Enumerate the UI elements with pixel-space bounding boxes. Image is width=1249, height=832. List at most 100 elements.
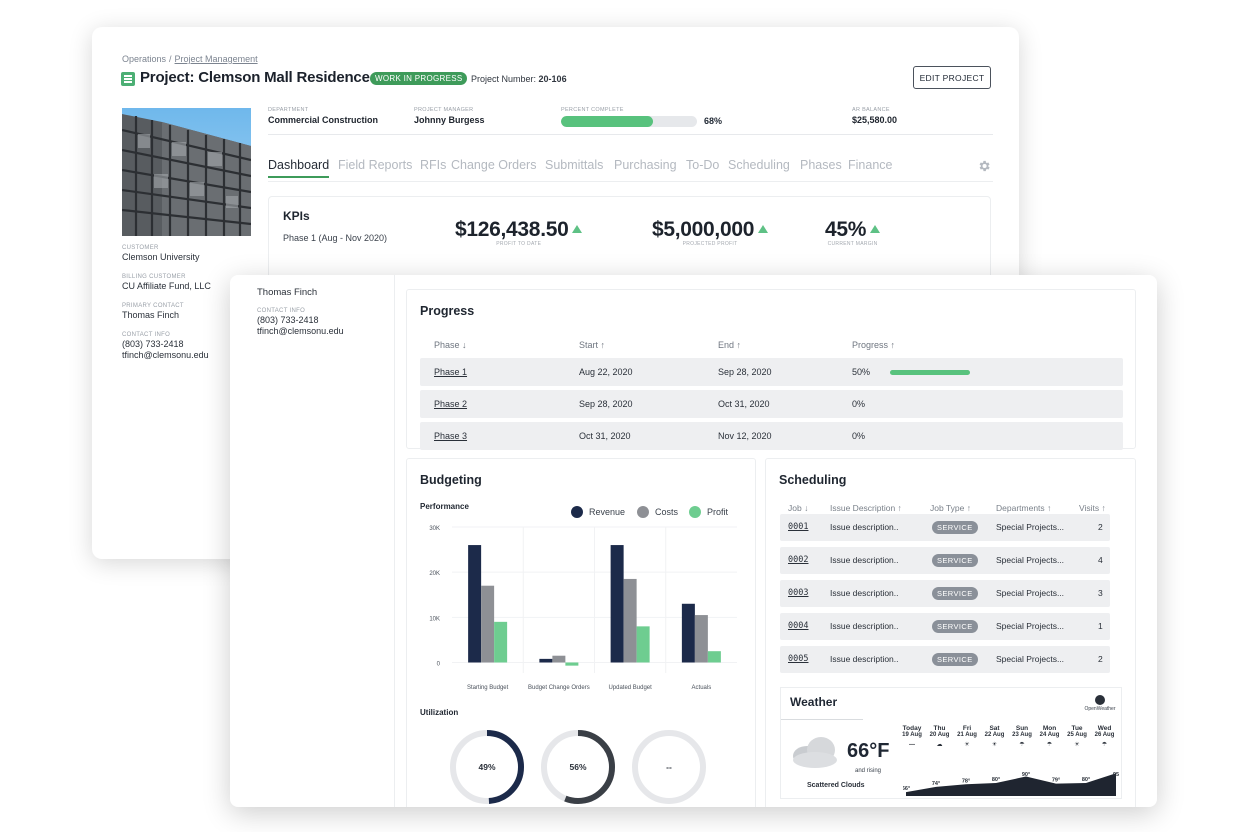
edit-project-button[interactable]: EDIT PROJECT bbox=[913, 66, 991, 89]
department: Special Projects... bbox=[996, 654, 1065, 664]
job-link[interactable]: 0005 bbox=[788, 654, 808, 664]
legend-profit: Profit bbox=[689, 506, 728, 518]
kpi-subtitle: Phase 1 (Aug - Nov 2020) bbox=[283, 233, 388, 243]
donut-label: 49% bbox=[478, 762, 495, 772]
phase-progress-text: 0% bbox=[852, 399, 866, 409]
issue-description: Issue description.. bbox=[830, 621, 899, 631]
breadcrumb: Operations / Project Management bbox=[122, 54, 258, 64]
forecast-day: Tue 25 Aug ☀ bbox=[1064, 725, 1090, 749]
table-row[interactable]: Phase 1 Aug 22, 2020 Sep 28, 2020 50% bbox=[420, 358, 1123, 386]
forecast-weather-icon: ☂ bbox=[1101, 742, 1108, 748]
forecast-day-name: Sun bbox=[1015, 725, 1029, 732]
legend-revenue: Revenue bbox=[571, 506, 625, 518]
forecast-date: 24 Aug bbox=[1039, 732, 1060, 738]
bar-costs bbox=[694, 615, 708, 663]
percent-complete-value: 68% bbox=[704, 116, 723, 126]
project-number: Project Number: 20-106 bbox=[471, 74, 567, 84]
breadcrumb-project-management[interactable]: Project Management bbox=[175, 54, 258, 64]
contact-email[interactable]: tfinch@clemsonu.edu bbox=[257, 326, 344, 336]
forecast-day: Wed 26 Aug ☂ bbox=[1092, 725, 1118, 749]
tab-dashboard[interactable]: Dashboard bbox=[268, 158, 330, 178]
ar-balance-value: $25,580.00 bbox=[852, 115, 898, 125]
phase-column-header[interactable]: Phase ↓ bbox=[434, 340, 467, 350]
table-row[interactable]: 0001 Issue description.. SERVICE Special Pr… bbox=[780, 514, 1110, 541]
job-link[interactable]: 0003 bbox=[788, 588, 808, 598]
issue-description: Issue description.. bbox=[830, 588, 899, 598]
start-column-header[interactable]: Start ↑ bbox=[579, 340, 605, 350]
tab-submittals[interactable]: Submittals bbox=[545, 158, 603, 172]
phase-link[interactable]: Phase 3 bbox=[434, 431, 467, 441]
y-tick-label: 10K bbox=[429, 616, 440, 622]
job-type-column-header[interactable]: Job Type ↑ bbox=[930, 503, 971, 513]
bar-costs bbox=[481, 585, 495, 663]
visits-count: 3 bbox=[1098, 588, 1103, 598]
issue-column-header[interactable]: Issue Description ↑ bbox=[830, 503, 902, 513]
forecast-day-name: Today bbox=[902, 725, 922, 732]
table-row[interactable]: 0004 Issue description.. SERVICE Special Pr… bbox=[780, 613, 1110, 640]
legend-label-revenue: Revenue bbox=[589, 507, 626, 517]
forecast-date: 25 Aug bbox=[1067, 732, 1087, 738]
phase-link[interactable]: Phase 2 bbox=[434, 399, 467, 409]
forecast-day-name: Wed bbox=[1097, 725, 1112, 732]
end-column-header[interactable]: End ↑ bbox=[718, 340, 741, 350]
forecast-day-name: Sat bbox=[989, 725, 1000, 732]
phase-start: Aug 22, 2020 bbox=[579, 367, 633, 377]
contact-email[interactable]: tfinch@clemsonu.edu bbox=[122, 350, 209, 360]
customer-field: CUSTOMER Clemson University bbox=[122, 245, 200, 262]
table-row[interactable]: 0003 Issue description.. SERVICE Special Pr… bbox=[780, 580, 1110, 607]
forecast-temp-label: 80° bbox=[992, 777, 1000, 783]
tab-purchasing[interactable]: Purchasing bbox=[614, 158, 677, 172]
forecast-date: 22 Aug bbox=[984, 732, 1005, 738]
trend-up-icon bbox=[572, 225, 583, 233]
forecast-date: 23 Aug bbox=[1012, 732, 1032, 738]
forecast-day: Fri 21 Aug ☀ bbox=[954, 725, 980, 749]
kpi-current-margin-label: CURRENT MARGIN bbox=[827, 241, 878, 247]
job-column-header[interactable]: Job ↓ bbox=[788, 503, 808, 513]
job-type-badge: SERVICE bbox=[932, 653, 978, 666]
temperature-trend: and rising bbox=[855, 768, 882, 774]
breadcrumb-operations[interactable]: Operations bbox=[122, 54, 166, 64]
forecast-weather-icon: — bbox=[909, 742, 915, 748]
contact-info-field: CONTACT INFO (803) 733-2418 tfinch@clems… bbox=[257, 308, 344, 336]
tab-finance[interactable]: Finance bbox=[848, 158, 892, 172]
phase-link[interactable]: Phase 1 bbox=[434, 367, 467, 377]
kpi-current-margin-value: 45% bbox=[825, 218, 867, 241]
project-icon bbox=[121, 72, 135, 86]
table-row[interactable]: 0002 Issue description.. SERVICE Special Pr… bbox=[780, 547, 1110, 574]
contact-phone: (803) 733-2418 bbox=[257, 315, 319, 325]
tab-phases[interactable]: Phases bbox=[800, 158, 842, 172]
weather-widget: Weather OpenWeather 66°F and rising Scat… bbox=[780, 687, 1122, 799]
dashboard-detail-card: Thomas Finch CONTACT INFO (803) 733-2418… bbox=[230, 275, 1157, 807]
tab-change-orders[interactable]: Change Orders bbox=[451, 158, 536, 172]
percent-complete-bar bbox=[561, 116, 697, 127]
table-row[interactable]: 0005 Issue description.. SERVICE Special Pr… bbox=[780, 646, 1110, 673]
visits-column-header[interactable]: Visits ↑ bbox=[1079, 503, 1106, 513]
phase-progress-text: 50% bbox=[852, 367, 871, 377]
forecast-weather-icon: ☀ bbox=[964, 742, 970, 748]
forecast-day-name: Thu bbox=[933, 725, 946, 732]
forecast-day-name: Mon bbox=[1042, 725, 1057, 732]
job-link[interactable]: 0002 bbox=[788, 555, 808, 565]
customer-label: CUSTOMER bbox=[122, 245, 159, 251]
tab-scheduling[interactable]: Scheduling bbox=[728, 158, 790, 172]
forecast-temp-label: 80° bbox=[1082, 777, 1090, 783]
job-type-badge: SERVICE bbox=[932, 554, 978, 567]
table-row[interactable]: Phase 3 Oct 31, 2020 Nov 12, 2020 0% bbox=[420, 422, 1123, 450]
tab-rfis[interactable]: RFIs bbox=[420, 158, 446, 172]
job-link[interactable]: 0004 bbox=[788, 621, 808, 631]
progress-column-header[interactable]: Progress ↑ bbox=[852, 340, 895, 350]
tab-to-do[interactable]: To-Do bbox=[686, 158, 719, 172]
forecast-temp-label: 79° bbox=[1052, 778, 1060, 784]
openweather-icon bbox=[1095, 695, 1105, 705]
bar-revenue bbox=[610, 545, 624, 663]
bar-profit bbox=[494, 621, 508, 663]
x-tick-label: Actuals bbox=[692, 685, 712, 691]
department-label: DEPARTMENT bbox=[268, 107, 309, 113]
gear-icon[interactable] bbox=[977, 159, 991, 173]
job-link[interactable]: 0001 bbox=[788, 522, 808, 532]
job-type-badge: SERVICE bbox=[932, 587, 978, 600]
tab-field-reports[interactable]: Field Reports bbox=[338, 158, 412, 172]
departments-column-header[interactable]: Departments ↑ bbox=[996, 503, 1051, 513]
project-photo bbox=[122, 108, 251, 236]
table-row[interactable]: Phase 2 Sep 28, 2020 Oct 31, 2020 0% bbox=[420, 390, 1123, 418]
